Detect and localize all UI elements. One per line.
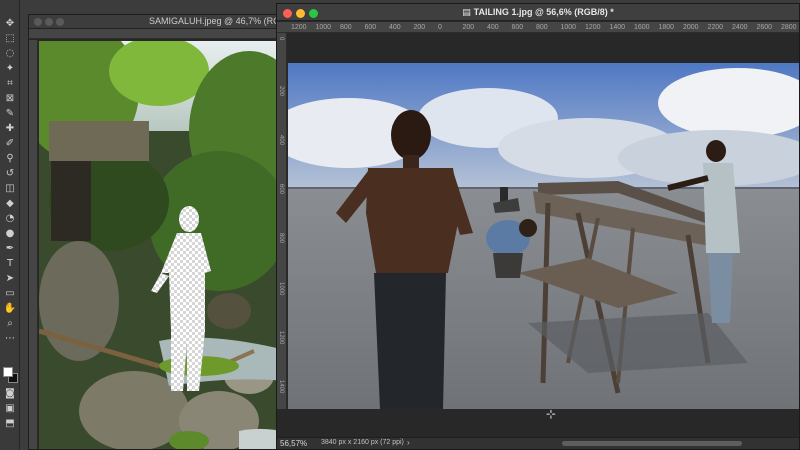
ruler-tick-label: 400	[389, 24, 401, 31]
close-window-button[interactable]	[34, 18, 42, 26]
vertical-ruler[interactable]	[29, 40, 38, 449]
more-tools-icon[interactable]: ⋯	[3, 333, 17, 345]
status-bar: 56,57% 3840 px x 2160 px (72 ppi) ›	[277, 437, 799, 449]
frame-tool-icon[interactable]: ⊠	[3, 93, 17, 105]
document-canvas[interactable]	[39, 41, 287, 449]
document-title-text: TAILING 1.jpg @ 56,6% (RGB/8) *	[473, 7, 614, 17]
blur-tool-icon[interactable]: ◔	[3, 213, 17, 225]
ruler-tick-label: 1800	[658, 24, 675, 31]
ruler-tick-label: 1400	[609, 24, 626, 31]
ruler-tick-label: 600	[511, 24, 524, 31]
document-title-bar[interactable]: SAMIGALUH.jpeg @ 46,7% (RG	[29, 15, 287, 29]
tools-panel: ✥ ⬚ ◌ ✦ ⌗ ⊠ ✎ ✚ ✐ ⚲ ↺ ◫ ◆ ◔ ● ✒ T ➤ ▭ ✋ ⌕ ⋯ ◙ ▣ ⬒	[0, 0, 20, 450]
document-window-samigaluh[interactable]: SAMIGALUH.jpeg @ 46,7% (RG	[28, 14, 288, 450]
pen-tool-icon[interactable]: ✒	[3, 243, 17, 255]
edit-toolbar-icon[interactable]: ⬒	[3, 418, 17, 430]
move-tool-icon[interactable]: ✥	[3, 18, 17, 30]
ruler-tick-label: 1200	[585, 24, 601, 31]
ruler-tick-label: 1200	[291, 24, 307, 31]
ruler-tick-label: 800	[340, 24, 352, 31]
lasso-tool-icon[interactable]: ◌	[3, 48, 17, 60]
dodge-tool-icon[interactable]: ●	[3, 228, 17, 240]
ruler-tick-label: 2000	[683, 24, 699, 31]
jungle-ruins-photo	[39, 41, 287, 449]
document-window-tailing[interactable]: ▤ TAILING 1.jpg @ 56,6% (RGB/8) * 1200 10…	[276, 3, 800, 450]
zoom-level[interactable]: 56,57%	[280, 439, 307, 448]
ruler-tick-label: 600	[364, 24, 377, 31]
marquee-tool-icon[interactable]: ⬚	[3, 33, 17, 45]
ruler-tick-label: 800	[536, 24, 548, 31]
horizontal-scrollbar[interactable]	[562, 441, 742, 446]
tailing-photo	[288, 63, 799, 409]
ruler-tick-label: 0	[278, 37, 284, 41]
ruler-tick-label: 800	[278, 233, 284, 244]
document-canvas[interactable]	[288, 33, 799, 438]
eyedropper-tool-icon[interactable]: ✎	[3, 108, 17, 120]
horizontal-ruler[interactable]	[29, 29, 287, 39]
document-info: 3840 px x 2160 px (72 ppi)	[321, 439, 404, 446]
document-title: SAMIGALUH.jpeg @ 46,7% (RG	[149, 16, 281, 26]
ruler-tick-label: 2200	[707, 24, 724, 31]
paint-bucket-tool-icon[interactable]: ◆	[3, 198, 17, 210]
history-brush-tool-icon[interactable]: ↺	[3, 168, 17, 180]
horizontal-ruler[interactable]: 1200 1000 800 600 400 200 0 200 400 600 800 1000 120…	[277, 22, 799, 33]
ruler-tick-label: 400	[278, 135, 284, 146]
quick-mask-icon[interactable]: ◙	[3, 388, 17, 400]
ruler-tick-label: 600	[278, 184, 284, 195]
rectangle-tool-icon[interactable]: ▭	[3, 288, 17, 300]
status-menu-arrow[interactable]: ›	[407, 438, 410, 447]
eraser-tool-icon[interactable]: ◫	[3, 183, 17, 195]
ruler-tick-label: 200	[413, 24, 426, 31]
crop-tool-icon[interactable]: ⌗	[3, 78, 17, 90]
ruler-tick-label: 400	[487, 24, 499, 31]
ruler-tick-label: 1400	[278, 380, 284, 394]
path-selection-tool-icon[interactable]: ➤	[3, 273, 17, 285]
type-tool-icon[interactable]: T	[3, 258, 17, 270]
document-title: ▤ TAILING 1.jpg @ 56,6% (RGB/8) *	[277, 7, 799, 18]
clone-stamp-tool-icon[interactable]: ⚲	[3, 153, 17, 165]
ruler-tick-label: 1000	[315, 24, 332, 31]
ruler-tick-label: 200	[462, 24, 475, 31]
ruler-tick-label: 0	[438, 24, 442, 31]
ruler-tick-label: 2400	[732, 24, 748, 31]
ruler-tick-label: 1000	[560, 24, 577, 31]
healing-brush-tool-icon[interactable]: ✚	[3, 123, 17, 135]
ruler-tick-label: 2600	[756, 24, 773, 31]
ruler-tick-label: 1600	[634, 24, 650, 31]
photoshop-app: ✥ ⬚ ◌ ✦ ⌗ ⊠ ✎ ✚ ✐ ⚲ ↺ ◫ ◆ ◔ ● ✒ T ➤ ▭ ✋ ⌕ ⋯ ◙ ▣ ⬒ SAMIGALUH.jpeg…	[0, 0, 800, 450]
move-cursor-icon: ⊹	[546, 407, 557, 421]
document-icon: ▤	[462, 8, 474, 18]
magic-wand-tool-icon[interactable]: ✦	[3, 63, 17, 75]
minimize-window-button[interactable]	[45, 18, 53, 26]
zoom-window-button[interactable]	[56, 18, 64, 26]
ruler-tick-label: 1000	[278, 282, 284, 296]
hand-tool-icon[interactable]: ✋	[3, 303, 17, 315]
ruler-tick-label: 2800	[781, 24, 797, 31]
screen-mode-icon[interactable]: ▣	[3, 403, 17, 415]
ruler-tick-label: 200	[278, 86, 284, 97]
ruler-tick-label: 1200	[278, 331, 284, 345]
vertical-ruler[interactable]: 0 200 400 600 800 1000 1200 1400	[277, 33, 287, 409]
zoom-tool-icon[interactable]: ⌕	[3, 318, 17, 330]
brush-tool-icon[interactable]: ✐	[3, 138, 17, 150]
foreground-color-swatch[interactable]	[3, 367, 13, 377]
document-title-bar[interactable]: ▤ TAILING 1.jpg @ 56,6% (RGB/8) *	[277, 4, 799, 21]
